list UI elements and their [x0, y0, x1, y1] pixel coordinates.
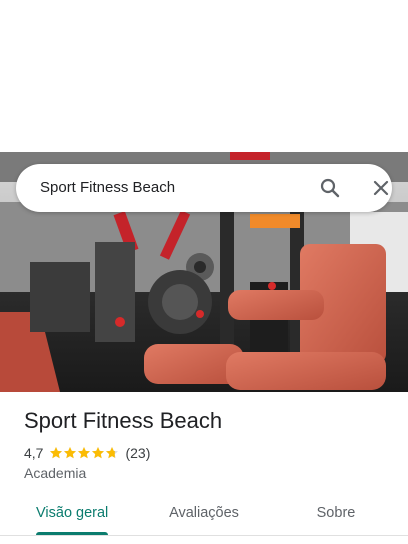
star-icon	[50, 447, 63, 459]
star-icon	[92, 447, 105, 459]
close-icon[interactable]	[369, 176, 393, 200]
rating-row[interactable]: 4,7 (23)	[24, 444, 150, 462]
search-input[interactable]: Sport Fitness Beach	[40, 164, 175, 212]
place-sheet: Sport Fitness Beach Sport Fitness Beach …	[0, 0, 408, 544]
tabs-divider	[0, 535, 408, 536]
tab-overview[interactable]: Visão geral	[36, 496, 108, 536]
star-rating	[49, 446, 119, 460]
place-tabs: Visão geral Avaliações Sobre	[0, 496, 408, 536]
rating-value: 4,7	[24, 445, 44, 461]
place-title: Sport Fitness Beach	[24, 408, 223, 433]
place-category[interactable]: Academia	[24, 465, 86, 481]
review-count[interactable]: (23)	[125, 445, 150, 461]
search-bar[interactable]: Sport Fitness Beach	[16, 164, 392, 212]
star-icon	[64, 447, 77, 459]
tab-about[interactable]: Sobre	[310, 496, 362, 536]
star-icon	[106, 447, 119, 459]
search-icon[interactable]	[318, 176, 342, 200]
tab-reviews[interactable]: Avaliações	[164, 496, 244, 536]
star-icon	[78, 447, 91, 459]
